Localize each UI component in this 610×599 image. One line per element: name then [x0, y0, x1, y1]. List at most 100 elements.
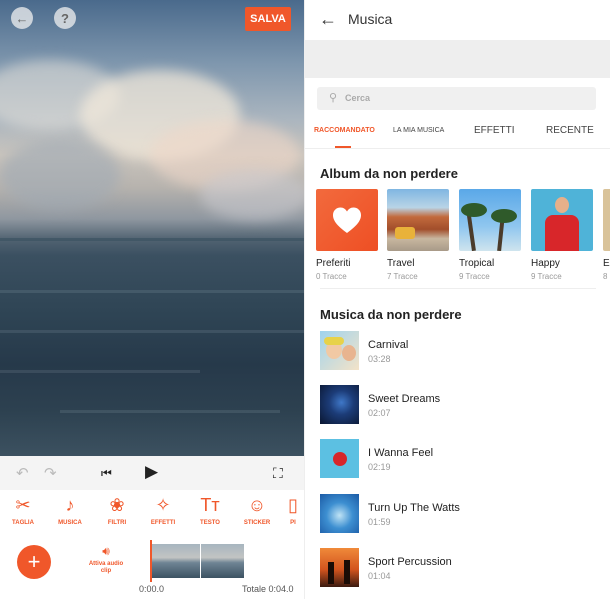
plus-icon: +	[27, 549, 41, 574]
track-name: Sweet Dreams	[368, 393, 441, 405]
album-name: Travel	[387, 258, 415, 269]
playback-controls: ↶ ↷ ⏮ ▶ ⛶	[0, 456, 304, 490]
tool-taglia[interactable]: ✂ TAGLIA	[0, 493, 46, 527]
tool-sticker[interactable]: ☺ STICKER	[234, 493, 280, 527]
tool-label: MUSICA	[58, 520, 82, 526]
screen: ← ? SALVA ↶ ↷ ⏮ ▶ ⛶ ✂ TAGLIA ♪ MUSICA ❀ …	[0, 0, 610, 599]
tab-recente[interactable]: RECENTE	[546, 125, 594, 136]
tool-musica[interactable]: ♪ MUSICA	[47, 493, 93, 527]
banner-area	[305, 40, 610, 78]
search-icon: ⚲	[329, 92, 338, 104]
tool-label: FILTRI	[107, 520, 127, 526]
skip-to-start-icon[interactable]: ⏮	[101, 466, 112, 481]
album-name: E	[603, 258, 610, 269]
album-card[interactable]: E 8	[603, 189, 610, 281]
section-divider	[320, 288, 596, 289]
speaker-icon: 🔊︎	[102, 544, 110, 558]
save-button[interactable]: SALVA	[245, 7, 291, 31]
tab-la-mia-musica[interactable]: LA MIA MUSICA	[393, 127, 444, 134]
tool-testo[interactable]: Tт TESTO	[187, 493, 233, 527]
track-thumbnail	[320, 331, 359, 370]
tab-raccomandato[interactable]: RACCOMANDATO	[314, 127, 375, 134]
arrow-left-icon: ←	[15, 10, 29, 26]
horizon-line	[0, 238, 304, 241]
tracks-section-title: Musica da non perdere	[320, 307, 462, 322]
editor-toolbar: ✂ TAGLIA ♪ MUSICA ❀ FILTRI ✧ EFFETTI Tт …	[0, 490, 304, 534]
wave-line	[60, 410, 280, 413]
picture-in-picture-icon: ▯	[288, 494, 298, 515]
clip-audio-toggle[interactable]: 🔊︎ Attiva audio clip	[84, 544, 128, 575]
playhead[interactable]	[150, 540, 152, 582]
timeline: + 🔊︎ Attiva audio clip 0:00.0 Totale 0:0…	[0, 534, 304, 599]
music-note-icon: ♪	[65, 494, 75, 515]
clip-thumbnail[interactable]	[201, 544, 244, 578]
track-duration: 01:04	[368, 571, 391, 581]
album-cover	[316, 189, 378, 251]
album-track-count: 9 Tracce	[531, 272, 562, 281]
wave-line	[0, 330, 304, 333]
tool-label: STICKER	[243, 520, 271, 526]
undo-icon[interactable]: ↶	[16, 464, 29, 482]
album-track-count: 0 Tracce	[316, 272, 347, 281]
wave-line	[0, 290, 304, 293]
audio-label: Attiva audio clip	[88, 561, 124, 574]
track-thumbnail	[320, 494, 359, 533]
total-time: Totale 0:04.0	[242, 584, 294, 594]
filters-icon: ❀	[109, 494, 125, 515]
redo-icon[interactable]: ↷	[44, 464, 57, 482]
track-thumbnail	[320, 385, 359, 424]
cloud-shape	[200, 170, 304, 220]
clip-thumbnail[interactable]	[152, 544, 200, 578]
album-card[interactable]: Happy 9 Tracce	[531, 189, 593, 281]
help-button[interactable]: ?	[54, 7, 76, 29]
album-card[interactable]: Travel 7 Tracce	[387, 189, 449, 281]
tool-label: TAGLIA	[12, 520, 34, 526]
search-input[interactable]: ⚲ Cerca	[317, 87, 596, 110]
album-cover	[387, 189, 449, 251]
tool-label: EFFETTI	[150, 520, 176, 526]
arrow-left-icon[interactable]: ←	[319, 9, 337, 30]
tool-pip[interactable]: ▯ PI	[278, 493, 304, 527]
album-name: Happy	[531, 258, 560, 269]
track-row[interactable]: Sweet Dreams 02:07	[320, 385, 600, 425]
album-cover	[603, 189, 610, 251]
tool-effetti[interactable]: ✧ EFFETTI	[140, 493, 186, 527]
add-clip-button[interactable]: +	[17, 545, 51, 579]
album-card[interactable]: Preferiti 0 Tracce	[316, 189, 378, 281]
current-time: 0:00.0	[139, 584, 165, 594]
album-card[interactable]: Tropical 9 Tracce	[459, 189, 521, 281]
tab-effetti[interactable]: EFFETTI	[474, 125, 515, 136]
track-row[interactable]: I Wanna Feel 02:19	[320, 439, 600, 479]
track-duration: 01:59	[368, 517, 391, 527]
video-editor-panel: ← ? SALVA ↶ ↷ ⏮ ▶ ⛶ ✂ TAGLIA ♪ MUSICA ❀ …	[0, 0, 304, 599]
album-cover	[459, 189, 521, 251]
text-icon: Tт	[200, 494, 220, 515]
music-panel: ← Musica ⚲ Cerca RACCOMANDATO LA MIA MUS…	[304, 0, 610, 599]
album-name: Preferiti	[316, 258, 351, 269]
track-row[interactable]: Sport Percussion 01:04	[320, 548, 600, 588]
track-row[interactable]: Carnival 03:28	[320, 331, 600, 371]
album-name: Tropical	[459, 258, 495, 269]
fullscreen-icon[interactable]: ⛶	[273, 465, 283, 482]
music-tabs: RACCOMANDATO LA MIA MUSICA EFFETTI RECEN…	[305, 118, 610, 149]
track-row[interactable]: Turn Up The Watts 01:59	[320, 494, 600, 534]
back-button[interactable]: ←	[11, 7, 33, 29]
cloud-shape	[0, 140, 120, 210]
heart-icon	[333, 207, 361, 233]
active-tab-indicator	[335, 146, 351, 148]
smiley-icon: ☺	[247, 494, 267, 515]
album-cover	[531, 189, 593, 251]
play-icon[interactable]: ▶	[145, 462, 158, 482]
tool-label: PI	[290, 520, 296, 526]
track-name: Carnival	[368, 339, 409, 351]
video-preview[interactable]: ← ? SALVA	[0, 0, 304, 456]
track-thumbnail	[320, 439, 359, 478]
track-duration: 02:19	[368, 462, 391, 472]
tool-filtri[interactable]: ❀ FILTRI	[94, 493, 140, 527]
track-duration: 02:07	[368, 408, 391, 418]
albums-section-title: Album da non perdere	[320, 166, 458, 181]
album-track-count: 8	[603, 272, 608, 281]
page-title: Musica	[348, 11, 393, 27]
track-duration: 03:28	[368, 354, 391, 364]
track-name: Sport Percussion	[368, 556, 452, 568]
